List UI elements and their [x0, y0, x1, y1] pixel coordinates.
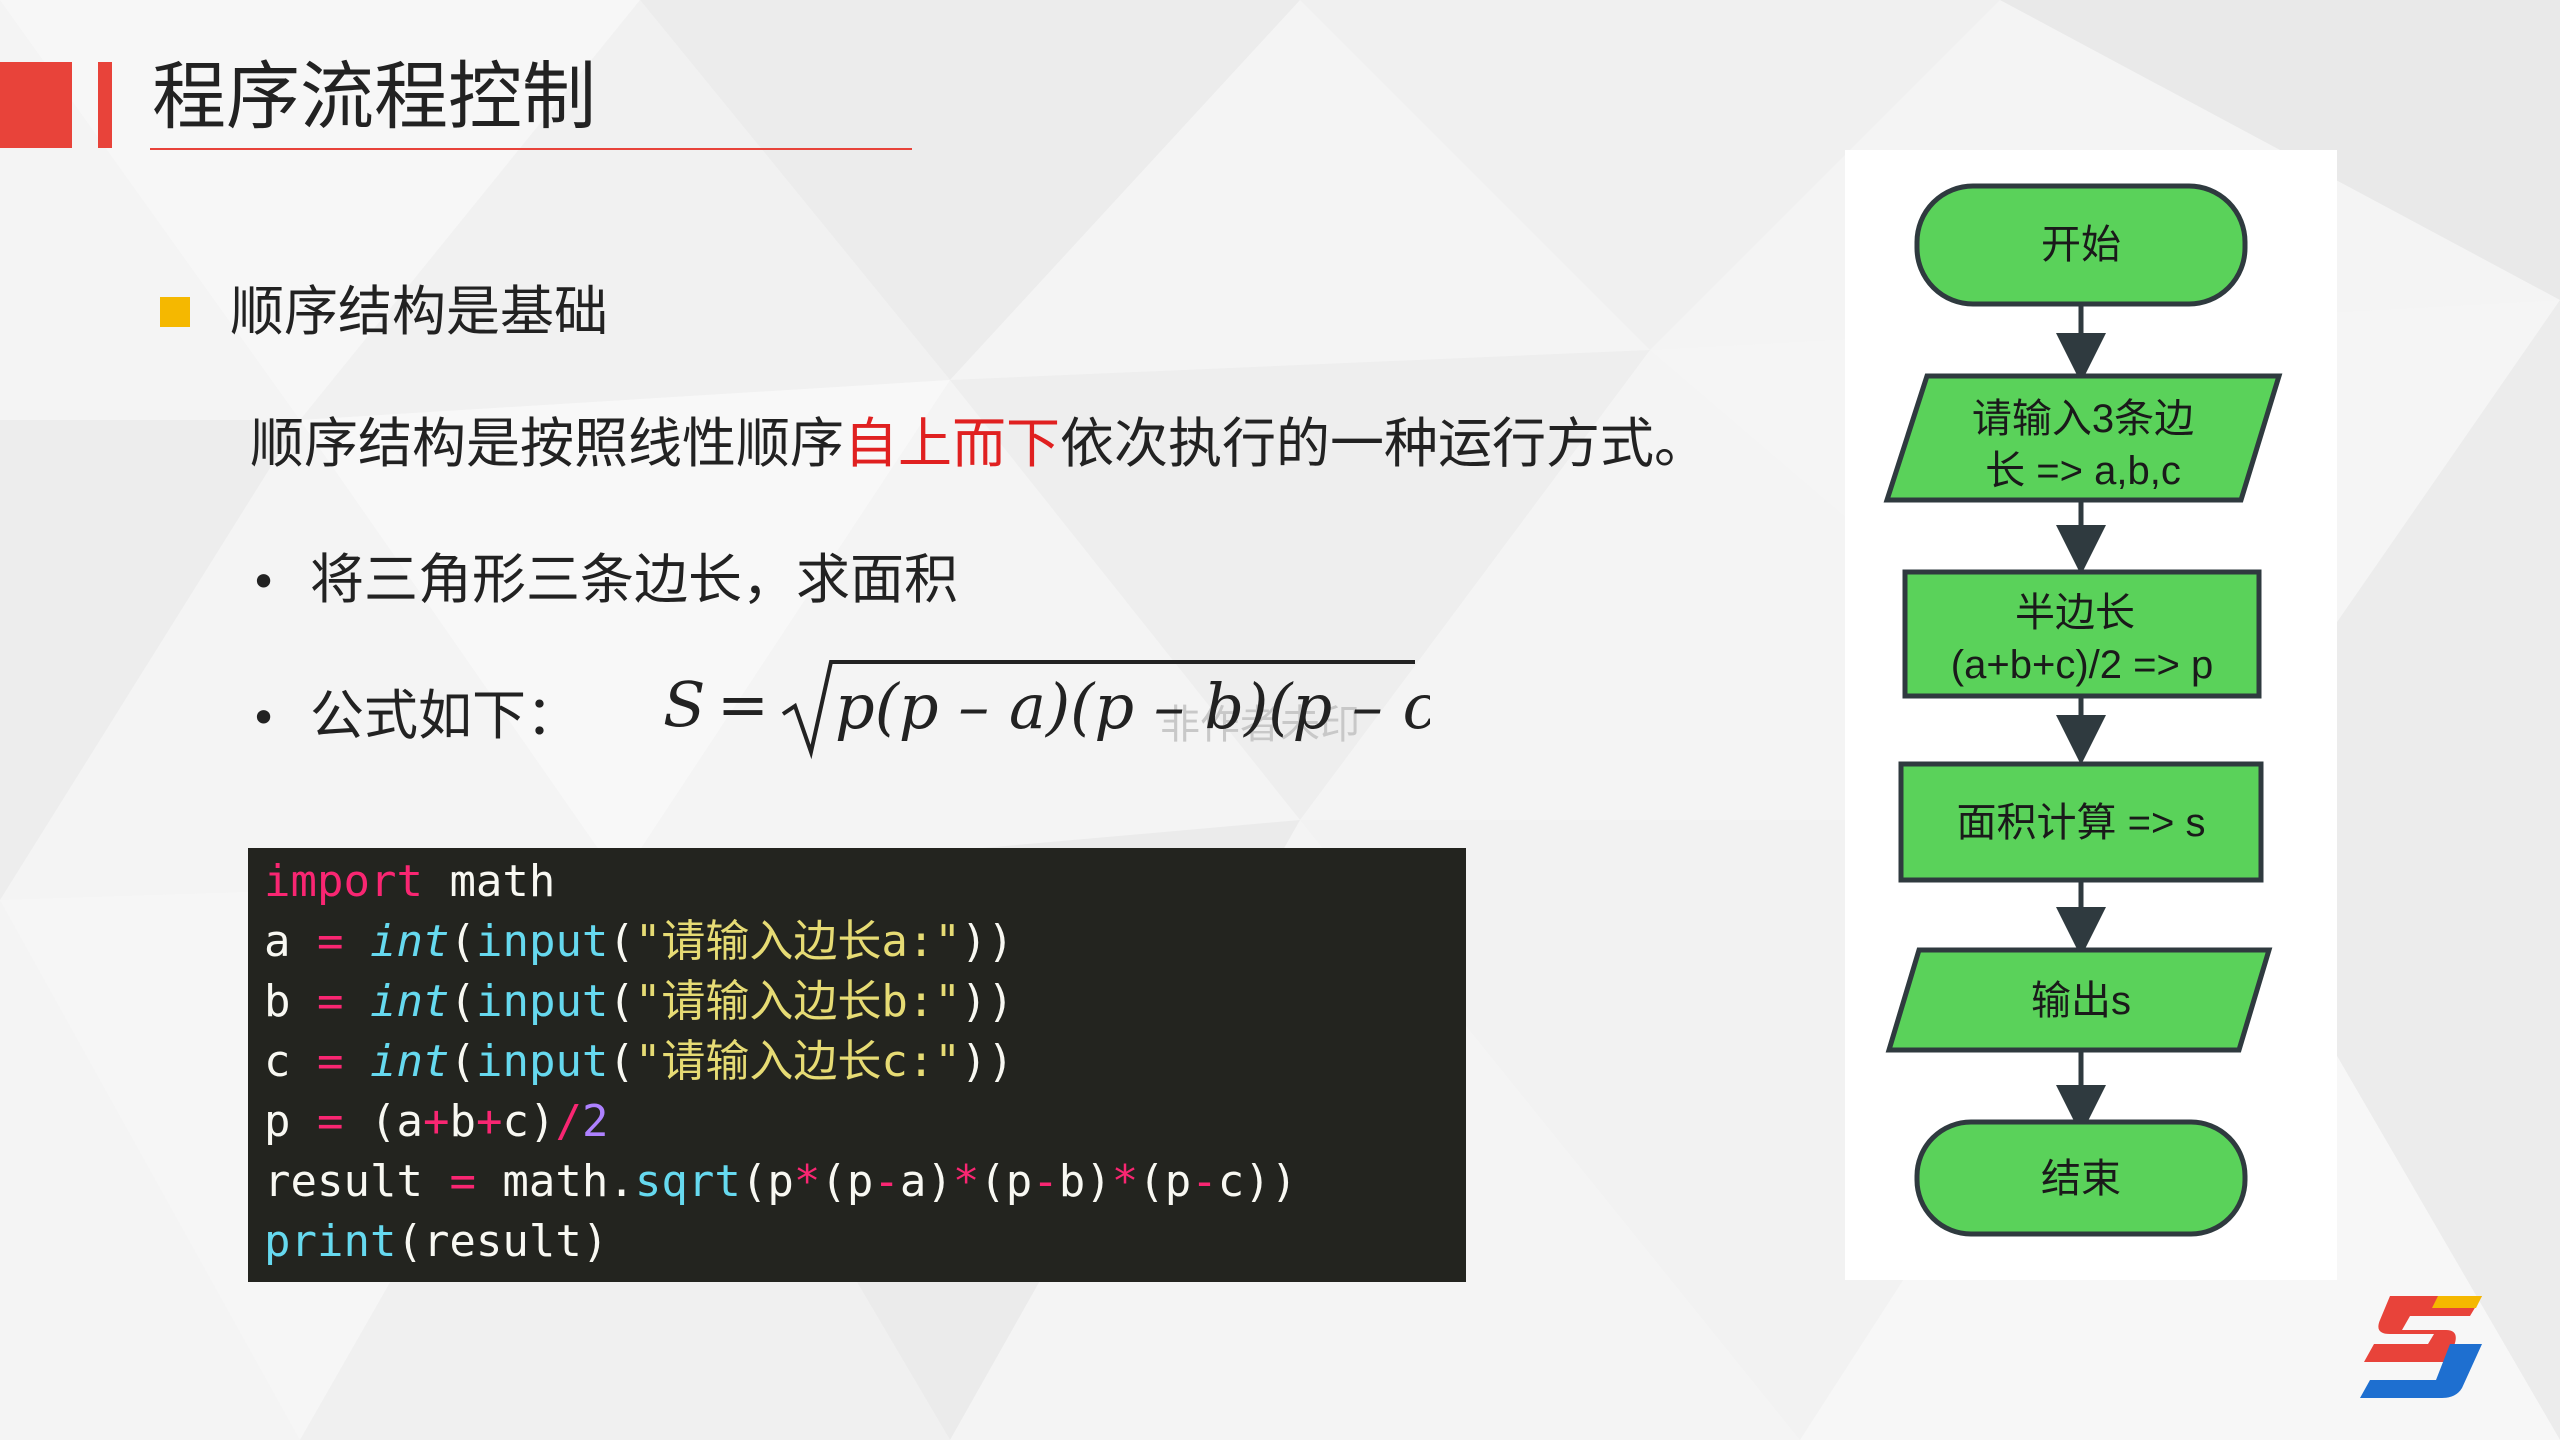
section-heading: 顺序结构是基础 [230, 280, 608, 343]
description-highlight: 自上而下 [844, 412, 1060, 475]
code-token: b [264, 976, 317, 1027]
page-title: 程序流程控制 [152, 54, 596, 140]
code-token: * [952, 1156, 980, 1207]
code-token: b) [1058, 1156, 1112, 1207]
code-token: "请输入边长c:" [634, 1036, 961, 1087]
code-token: + [475, 1096, 503, 1147]
code-token: = [316, 976, 344, 1027]
svg-text:结束: 结束 [2041, 1157, 2121, 1201]
code-token: )) [960, 916, 1014, 967]
description-part: 顺序结构是按照线性顺序 [250, 412, 844, 475]
svg-text:=: = [717, 668, 769, 741]
code-token: = [449, 1156, 476, 1207]
bullet-dot-icon: • [250, 555, 278, 609]
code-token: / [555, 1096, 582, 1147]
code-token: b [449, 1096, 476, 1147]
svg-text:输出s: 输出s [2031, 979, 2131, 1023]
svg-text:长 => a,b,c: 长 => a,b,c [1985, 449, 2181, 493]
code-line: print(result) [264, 1212, 1466, 1272]
title-underline [150, 148, 912, 150]
code-token: sqrt [634, 1156, 741, 1207]
code-token: - [1191, 1156, 1218, 1207]
title-accent-block [0, 62, 72, 148]
code-line: b = int(input("请输入边长b:")) [264, 972, 1466, 1032]
svg-text:面积计算 => s: 面积计算 => s [1957, 801, 2206, 845]
code-token: )) [960, 1036, 1014, 1087]
code-token: )) [960, 976, 1014, 1027]
code-token: ( [449, 916, 476, 967]
code-token: result [264, 1156, 450, 1207]
code-token: = [316, 1096, 344, 1147]
code-token: 2 [581, 1096, 609, 1147]
code-token: (a [343, 1096, 423, 1147]
description-part: 依次执行的一种运行方式。 [1060, 412, 1708, 475]
flowchart: 开始 请输入3条边 长 => a,b,c 半边长 (a+b+c)/2 => p … [1883, 183, 2283, 1237]
code-line: c = int(input("请输入边长c:")) [264, 1032, 1466, 1092]
svg-text:请输入3条边: 请输入3条边 [1972, 397, 2194, 441]
code-token: c)) [1217, 1156, 1298, 1207]
code-token: int [369, 916, 450, 967]
title-accent-bar [98, 62, 112, 148]
code-token: ( [449, 976, 476, 1027]
code-line: import math [264, 852, 1466, 912]
code-token: a [264, 916, 317, 967]
code-token: p [264, 1096, 317, 1147]
code-token: - [873, 1156, 900, 1207]
bullet-dot-icon: • [250, 691, 278, 745]
code-token: math. [475, 1156, 635, 1207]
bullet-item-triangle: 将三角形三条边长，求面积 [310, 548, 958, 611]
code-line: result = math.sqrt(p*(p-a)*(p-b)*(p-c)) [264, 1152, 1466, 1212]
svg-text:开始: 开始 [2041, 223, 2121, 267]
bullet-item-formula-label: 公式如下： [310, 684, 580, 747]
heron-formula: 非作者未印 S = p(p – a)(p – b)(p – c) [663, 660, 1430, 760]
code-line: p = (a+b+c)/2 [264, 1092, 1466, 1152]
code-token: input [475, 976, 609, 1027]
code-token: (result) [396, 1216, 609, 1267]
code-token: import [264, 856, 423, 907]
svg-text:半边长: 半边长 [2015, 591, 2135, 635]
svg-text:(a+b+c)/2 => p: (a+b+c)/2 => p [1951, 643, 2213, 687]
code-token: input [475, 916, 609, 967]
code-token: c [264, 1036, 317, 1087]
code-token: print [264, 1216, 397, 1267]
code-token: ( [449, 1036, 476, 1087]
code-token: c) [502, 1096, 556, 1147]
code-token: + [422, 1096, 450, 1147]
code-token: (p [820, 1156, 874, 1207]
code-token: * [1111, 1156, 1139, 1207]
code-token: = [316, 916, 344, 967]
code-token: ( [608, 916, 635, 967]
code-token: "请输入边长a:" [634, 916, 961, 967]
code-token: (p [979, 1156, 1033, 1207]
svg-text:p(p – a)(p – b)(p – c): p(p – a)(p – b)(p – c) [835, 670, 1430, 743]
code-token: * [793, 1156, 821, 1207]
code-block: import math a = int(input("请输入边长a:")) b = … [248, 848, 1466, 1282]
code-token: - [1032, 1156, 1059, 1207]
code-token: ( [608, 976, 635, 1027]
brand-logo-icon [2360, 1296, 2482, 1398]
svg-text:S: S [663, 668, 705, 741]
code-token: int [369, 976, 450, 1027]
code-token: "请输入边长b:" [634, 976, 961, 1027]
code-line: a = int(input("请输入边长a:")) [264, 912, 1466, 972]
code-token: (p [740, 1156, 794, 1207]
code-token: a) [899, 1156, 953, 1207]
code-token: int [369, 1036, 450, 1087]
code-token: ( [608, 1036, 635, 1087]
square-bullet-icon [160, 297, 190, 327]
code-token: math [422, 856, 556, 907]
description-text: 顺序结构是按照线性顺序自上而下依次执行的一种运行方式。 [250, 412, 1708, 476]
code-token: = [316, 1036, 344, 1087]
code-token: (p [1138, 1156, 1192, 1207]
code-token: input [475, 1036, 609, 1087]
